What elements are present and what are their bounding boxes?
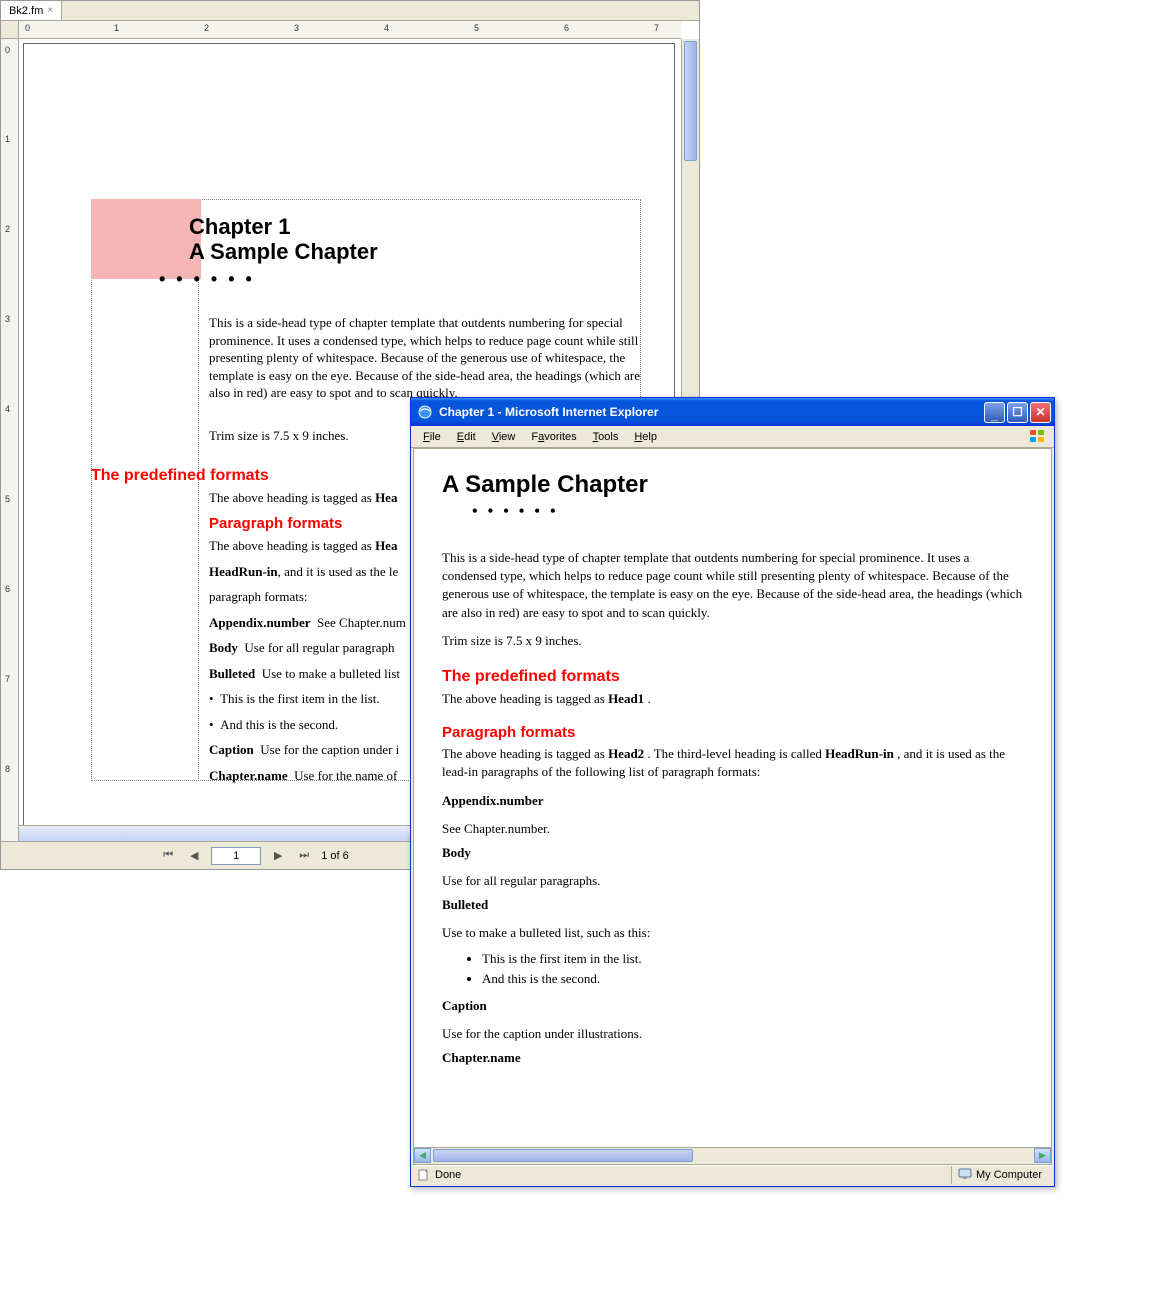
next-page-button[interactable]: ▶ — [269, 847, 287, 865]
body-paragraph: This is a side-head type of chapter temp… — [442, 549, 1023, 622]
page-heading: A Sample Chapter — [442, 471, 1023, 499]
close-icon[interactable]: × — [47, 5, 53, 16]
ie-window: Chapter 1 - Microsoft Internet Explorer … — [410, 397, 1055, 1187]
def-term: Body — [442, 844, 1023, 862]
body-line: The above heading is tagged as Head2 . T… — [442, 745, 1023, 781]
def-body: Use for all regular paragraphs. — [442, 872, 1023, 890]
zone-indicator[interactable]: My Computer — [951, 1166, 1048, 1184]
scrollbar-thumb[interactable] — [684, 41, 697, 161]
document-tab-bar: Bk2.fm × — [1, 1, 699, 21]
heading-2: Paragraph formats — [442, 724, 1023, 741]
def-term: Bulleted — [442, 896, 1023, 914]
menu-bar: File Edit View Favorites Tools Help — [411, 426, 1054, 448]
list-item: This is the first item in the list. — [482, 951, 1023, 967]
trim-paragraph: Trim size is 7.5 x 9 inches. — [442, 632, 1023, 650]
menu-favorites[interactable]: Favorites — [523, 429, 584, 445]
scrollbar-thumb[interactable] — [433, 1149, 693, 1162]
close-button[interactable]: ✕ — [1030, 402, 1051, 423]
ruler-corner — [1, 21, 19, 39]
my-computer-icon — [958, 1168, 972, 1183]
menu-file[interactable]: File — [415, 429, 449, 445]
prev-page-button[interactable]: ◀ — [185, 847, 203, 865]
maximize-button[interactable]: ☐ — [1007, 402, 1028, 423]
menu-view[interactable]: View — [484, 429, 524, 445]
horizontal-ruler[interactable]: 0 1 2 3 4 5 6 7 — [19, 21, 681, 39]
last-page-button[interactable]: ⏭ — [295, 847, 313, 865]
def-term: Chapter.name — [442, 1049, 1023, 1067]
status-bar: Done My Computer — [413, 1165, 1052, 1184]
menu-edit[interactable]: Edit — [449, 429, 484, 445]
page-icon — [417, 1168, 431, 1182]
list-item: And this is the second. — [482, 971, 1023, 987]
body-line: The above heading is tagged as Head1 . — [442, 690, 1023, 708]
decorative-dots: • • • • • • — [159, 269, 255, 290]
def-term: Caption — [442, 997, 1023, 1015]
def-term: Appendix.number — [442, 792, 1023, 810]
heading-2: Paragraph formats — [209, 515, 342, 532]
title-bar[interactable]: Chapter 1 - Microsoft Internet Explorer … — [411, 398, 1054, 426]
throbber-icon — [1026, 427, 1050, 447]
chapter-title: A Sample Chapter — [189, 239, 378, 265]
first-page-button[interactable]: ⏮ — [159, 847, 177, 865]
body-paragraph: This is a side-head type of chapter temp… — [209, 314, 641, 410]
heading-1: The predefined formats — [442, 668, 1023, 686]
vertical-ruler[interactable]: 0 1 2 3 4 5 6 7 8 — [1, 39, 19, 841]
minimize-button[interactable]: _ — [984, 402, 1005, 423]
page-count: 1 of 6 — [321, 850, 349, 862]
scroll-right-button[interactable]: ▶ — [1034, 1148, 1051, 1163]
decorative-dots: • • • • • • — [472, 503, 1023, 521]
status-text: Done — [435, 1169, 461, 1181]
tab-label: Bk2.fm — [9, 5, 43, 17]
ie-app-icon — [417, 404, 433, 420]
def-body: See Chapter.number. — [442, 820, 1023, 838]
bulleted-list: This is the first item in the list. And … — [482, 951, 1023, 987]
document-tab[interactable]: Bk2.fm × — [1, 1, 62, 20]
menu-tools[interactable]: Tools — [585, 429, 627, 445]
window-buttons: _ ☐ ✕ — [984, 402, 1051, 423]
chapter-number: Chapter 1 — [189, 214, 290, 240]
horizontal-scrollbar[interactable]: ◀ ▶ — [413, 1148, 1052, 1165]
heading-1: The predefined formats — [91, 467, 269, 485]
def-body: Use for the caption under illustrations. — [442, 1025, 1023, 1043]
browser-viewport[interactable]: A Sample Chapter • • • • • • This is a s… — [413, 448, 1052, 1148]
sidehead-highlight — [91, 199, 201, 279]
def-body: Use to make a bulleted list, such as thi… — [442, 924, 1023, 942]
page-input[interactable] — [211, 847, 261, 865]
window-title: Chapter 1 - Microsoft Internet Explorer — [439, 405, 984, 419]
menu-help[interactable]: Help — [626, 429, 665, 445]
scroll-left-button[interactable]: ◀ — [414, 1148, 431, 1163]
